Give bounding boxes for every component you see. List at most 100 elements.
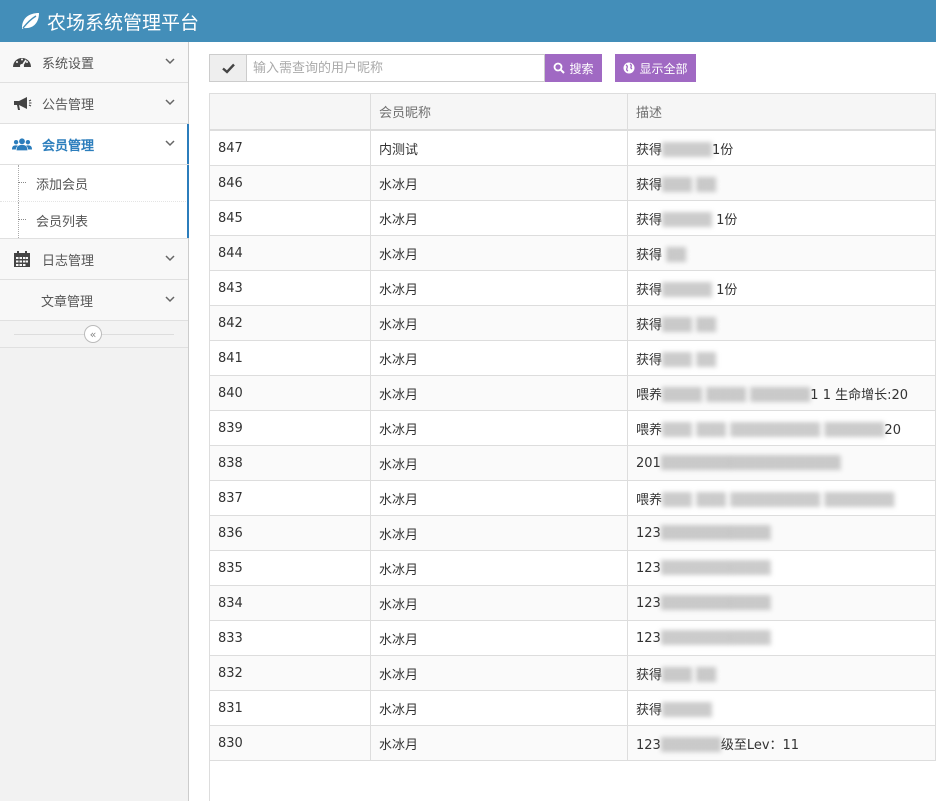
table-row[interactable]: 836 水冰月 123▒▒▒▒▒▒▒▒▒▒▒: [209, 515, 936, 551]
megaphone-icon: [12, 95, 32, 111]
redacted-text: ▒▒▒▒▒▒▒▒▒▒▒: [660, 595, 771, 611]
sidebar-collapse-row: «: [0, 321, 188, 348]
submenu-item-label: 会员列表: [36, 214, 89, 230]
cell-nickname: 水冰月: [370, 445, 628, 481]
table-row[interactable]: 841 水冰月 获得▒▒▒ ▒▒: [209, 340, 936, 376]
tree-line: [18, 165, 19, 201]
column-header-nickname[interactable]: 会员昵称: [370, 93, 628, 131]
cell-description: 喂养▒▒▒ ▒▒▒ ▒▒▒▒▒▒▒▒▒ ▒▒▒▒▒▒20: [627, 410, 936, 446]
cell-description: 喂养▒▒▒▒ ▒▒▒▒ ▒▒▒▒▒▒1 1 生命增长:20: [627, 375, 936, 411]
table-row[interactable]: 844 水冰月 获得 ▒▒: [209, 235, 936, 271]
sidebar-item-logs[interactable]: 日志管理: [0, 239, 188, 280]
tree-branch: [18, 182, 26, 183]
cell-description: 获得▒▒▒ ▒▒: [627, 655, 936, 691]
redacted-text: ▒▒▒▒▒▒▒▒▒▒▒: [660, 525, 771, 541]
sidebar-item-label: 日志管理: [42, 253, 95, 269]
cell-id: 840: [209, 375, 371, 411]
cell-nickname: 水冰月: [370, 550, 628, 586]
sidebar-item-label: 文章管理: [41, 294, 94, 310]
cell-nickname: 水冰月: [370, 655, 628, 691]
table-row[interactable]: 845 水冰月 获得▒▒▒▒▒ 1份: [209, 200, 936, 236]
redacted-text: ▒▒▒▒▒: [662, 212, 713, 228]
table-row[interactable]: 837 水冰月 喂养▒▒▒ ▒▒▒ ▒▒▒▒▒▒▒▒▒ ▒▒▒▒▒▒▒: [209, 480, 936, 516]
cell-id: 832: [209, 655, 371, 691]
cell-description: 获得▒▒▒▒▒ 1份: [627, 270, 936, 306]
cell-description: 获得▒▒▒▒▒ 1份: [627, 200, 936, 236]
table-row[interactable]: 846 水冰月 获得▒▒▒ ▒▒: [209, 165, 936, 201]
globe-icon: [623, 62, 639, 74]
table-row[interactable]: 842 水冰月 获得▒▒▒ ▒▒: [209, 305, 936, 341]
dashboard-icon: [12, 54, 32, 70]
check-icon: [221, 63, 235, 74]
member-log-table: 会员昵称 描述 847 内测试 获得▒▒▒▒▒1份 846 水冰月 获得▒▒▒ ▒▒ 845…: [209, 93, 936, 761]
table-row[interactable]: 835 水冰月 123▒▒▒▒▒▒▒▒▒▒▒: [209, 550, 936, 586]
cell-id: 836: [209, 515, 371, 551]
description-text: 123: [636, 630, 661, 646]
redacted-text: ▒▒▒: [696, 422, 727, 438]
redacted-text: ▒▒▒: [662, 352, 693, 368]
description-text: 20: [884, 422, 901, 438]
sidebar-item-label: 公告管理: [42, 97, 95, 113]
table-row[interactable]: 838 水冰月 201▒▒▒▒▒▒▒▒▒▒▒▒▒▒▒▒▒▒: [209, 445, 936, 481]
table-row[interactable]: 832 水冰月 获得▒▒▒ ▒▒: [209, 655, 936, 691]
redacted-text: ▒▒▒▒▒▒▒▒▒▒▒: [660, 560, 771, 576]
cell-nickname: 水冰月: [370, 305, 628, 341]
collapse-sidebar-button[interactable]: «: [84, 325, 102, 343]
cell-id: 833: [209, 620, 371, 656]
chevron-down-icon: [164, 252, 176, 268]
leaf-icon: [20, 12, 47, 30]
submenu-item-member-list[interactable]: 会员列表: [0, 201, 188, 238]
search-button[interactable]: 搜索: [545, 54, 602, 82]
calendar-icon: [12, 250, 32, 268]
chevron-down-icon: [164, 96, 176, 112]
search-input[interactable]: [247, 54, 545, 82]
cell-description: 123▒▒▒▒▒▒▒▒▒▒▒: [627, 585, 936, 621]
redacted-text: ▒▒▒▒▒▒▒▒▒: [730, 422, 821, 438]
sidebar-item-system-settings[interactable]: 系统设置: [0, 42, 188, 83]
table-row[interactable]: 847 内测试 获得▒▒▒▒▒1份: [209, 129, 936, 166]
table-row[interactable]: 839 水冰月 喂养▒▒▒ ▒▒▒ ▒▒▒▒▒▒▒▒▒ ▒▒▒▒▒▒20: [209, 410, 936, 446]
sidebar-item-members[interactable]: 会员管理: [0, 124, 189, 165]
cell-id: 845: [209, 200, 371, 236]
redacted-text: ▒▒▒▒▒▒▒▒▒: [730, 492, 821, 508]
cell-id: 830: [209, 725, 371, 761]
column-header-description[interactable]: 描述: [627, 93, 936, 131]
sidebar-item-articles[interactable]: 文章管理: [0, 280, 188, 321]
brand[interactable]: 农场系统管理平台: [20, 7, 199, 35]
members-submenu: 添加会员 会员列表: [0, 165, 189, 239]
redacted-text: ▒▒▒: [662, 422, 693, 438]
cell-nickname: 水冰月: [370, 165, 628, 201]
submenu-item-add-member[interactable]: 添加会员: [0, 165, 188, 201]
table-row[interactable]: 840 水冰月 喂养▒▒▒▒ ▒▒▒▒ ▒▒▒▒▒▒1 1 生命增长:20: [209, 375, 936, 411]
cell-nickname: 水冰月: [370, 690, 628, 726]
table-row[interactable]: 834 水冰月 123▒▒▒▒▒▒▒▒▒▒▒: [209, 585, 936, 621]
cell-id: 844: [209, 235, 371, 271]
redacted-text: ▒▒▒▒▒▒▒▒▒▒▒: [660, 630, 771, 646]
redacted-text: ▒▒▒▒▒▒: [660, 737, 721, 753]
description-text: 获得: [636, 282, 663, 298]
redacted-text: ▒▒▒: [662, 667, 693, 683]
description-text: 级至Lev：11: [720, 737, 800, 753]
show-all-button[interactable]: 显示全部: [615, 54, 696, 82]
cell-id: 843: [209, 270, 371, 306]
description-text: 获得: [636, 352, 663, 368]
column-header-id[interactable]: [209, 93, 371, 131]
top-navbar: 农场系统管理平台: [0, 0, 936, 42]
table-row[interactable]: 833 水冰月 123▒▒▒▒▒▒▒▒▒▒▒: [209, 620, 936, 656]
check-addon: [209, 54, 247, 82]
table-row[interactable]: 831 水冰月 获得▒▒▒▒▒: [209, 690, 936, 726]
description-text: 1 1 生命增长:20: [810, 387, 909, 403]
redacted-text: ▒▒▒▒: [706, 387, 747, 403]
sidebar-item-label: 会员管理: [42, 138, 95, 154]
sidebar-item-announcements[interactable]: 公告管理: [0, 83, 188, 124]
description-text: 123: [636, 737, 661, 753]
submenu-item-label: 添加会员: [36, 177, 89, 193]
table-row[interactable]: 843 水冰月 获得▒▒▒▒▒ 1份: [209, 270, 936, 306]
table-row[interactable]: 830 水冰月 123▒▒▒▒▒▒级至Lev：11: [209, 725, 936, 761]
cell-id: 834: [209, 585, 371, 621]
cell-id: 842: [209, 305, 371, 341]
redacted-text: ▒▒: [696, 352, 717, 368]
users-icon: [12, 136, 32, 152]
redacted-text: ▒▒▒▒▒▒▒: [824, 492, 895, 508]
description-text: 1份: [712, 142, 734, 158]
